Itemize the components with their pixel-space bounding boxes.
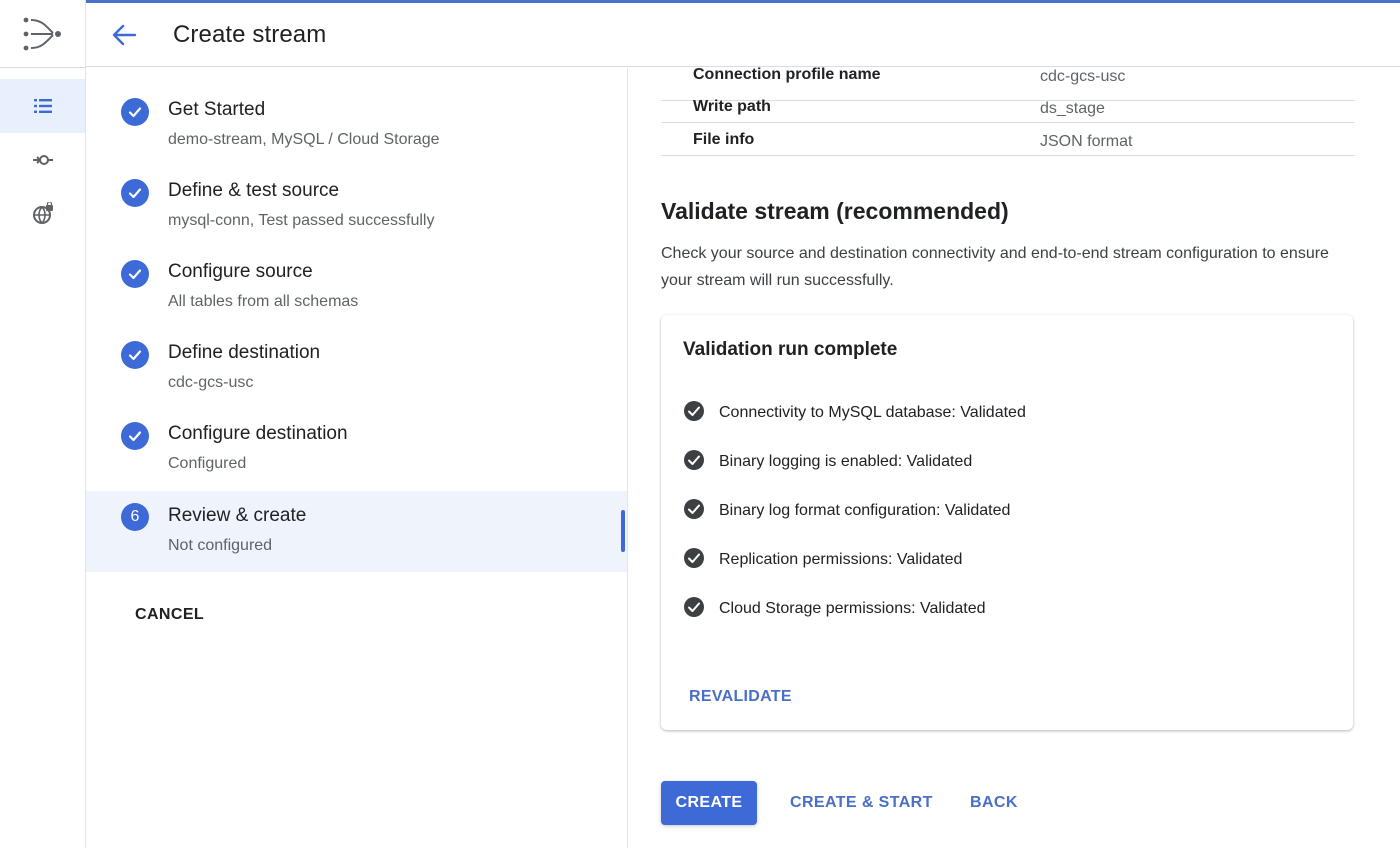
private-connectivity-icon (32, 202, 53, 224)
validation-card-title: Validation run complete (683, 339, 898, 360)
validation-check-label: Binary log format configuration: Validat… (719, 502, 1011, 519)
validation-result-card: Validation run complete Connectivity to … (661, 315, 1353, 730)
rail-item-private-connectivity[interactable] (0, 187, 85, 241)
step-subtitle: Configured (168, 455, 247, 472)
step-subtitle: Not configured (168, 537, 273, 554)
validation-check-label: Cloud Storage permissions: Validated (719, 600, 986, 617)
check-circle-icon (684, 548, 704, 568)
rail-item-streams[interactable] (0, 79, 85, 133)
step-subtitle: All tables from all schemas (168, 293, 359, 310)
validate-stream-description: Check your source and destination connec… (661, 245, 1329, 289)
step-title: Define & test source (168, 180, 340, 201)
step-subtitle: demo-stream, MySQL / Cloud Storage (168, 131, 440, 148)
validation-check-item: Replication permissions: Validated (683, 547, 1323, 577)
check-circle-icon (121, 341, 149, 369)
summary-key: File info (693, 131, 755, 148)
check-circle-icon (121, 179, 149, 207)
validation-check-item: Connectivity to MySQL database: Validate… (683, 400, 1323, 430)
rail-divider (0, 67, 86, 68)
step-define-destination[interactable]: Define destination cdc-gcs-usc (86, 311, 627, 392)
summary-row: Write path ds_stage (661, 90, 1355, 123)
validation-check-item: Binary logging is enabled: Validated (683, 449, 1323, 479)
summary-value: JSON format (1040, 133, 1133, 150)
active-step-indicator (621, 510, 625, 552)
step-subtitle: mysql-conn, Test passed successfully (168, 212, 435, 229)
step-title: Configure source (168, 261, 313, 282)
summary-value: ds_stage (1040, 100, 1105, 117)
check-circle-icon (121, 422, 149, 450)
validation-check-label: Replication permissions: Validated (719, 551, 963, 568)
connection-profile-icon (32, 155, 53, 165)
step-number-badge: 6 (121, 503, 149, 531)
check-circle-icon (684, 499, 704, 519)
step-configure-source[interactable]: Configure source All tables from all sch… (86, 230, 627, 311)
step-define-test-source[interactable]: Define & test source mysql-conn, Test pa… (86, 149, 627, 230)
validation-check-label: Binary logging is enabled: Validated (719, 453, 973, 470)
create-button[interactable]: CREATE (661, 781, 757, 825)
validation-check-item: Cloud Storage permissions: Validated (683, 596, 1323, 626)
rail-item-connection-profiles[interactable] (0, 133, 85, 187)
page-header: Create stream (86, 3, 1400, 67)
create-stream-stepper: Get Started demo-stream, MySQL / Cloud S… (86, 68, 628, 848)
validation-check-label: Connectivity to MySQL database: Validate… (719, 404, 1026, 421)
check-circle-icon (684, 450, 704, 470)
summary-row: File info JSON format (661, 123, 1355, 156)
check-circle-icon (684, 401, 704, 421)
step-title: Configure destination (168, 423, 348, 444)
step-configure-destination[interactable]: Configure destination Configured (86, 392, 627, 473)
step-review-create[interactable]: 6 Review & create Not configured (86, 491, 627, 572)
summary-value: cdc-gcs-usc (1040, 68, 1126, 85)
datastream-logo-icon (23, 17, 61, 51)
step-title: Review & create (168, 505, 307, 526)
validate-stream-title: Validate stream (recommended) (661, 198, 1009, 224)
list-icon (33, 99, 52, 113)
check-circle-icon (121, 98, 149, 126)
back-button[interactable]: BACK (970, 794, 1018, 812)
validation-check-item: Binary log format configuration: Validat… (683, 498, 1323, 528)
review-panel: Connection profile name cdc-gcs-usc Writ… (628, 67, 1400, 848)
check-circle-icon (684, 597, 704, 617)
step-title: Get Started (168, 99, 266, 120)
page-title: Create stream (173, 21, 327, 48)
step-get-started[interactable]: Get Started demo-stream, MySQL / Cloud S… (86, 68, 627, 149)
check-circle-icon (121, 260, 149, 288)
cancel-button[interactable]: CANCEL (135, 606, 204, 624)
step-subtitle: cdc-gcs-usc (168, 374, 254, 391)
step-title: Define destination (168, 342, 321, 363)
left-nav-rail (0, 0, 86, 848)
revalidate-button[interactable]: REVALIDATE (689, 688, 792, 706)
back-arrow-icon[interactable] (110, 21, 138, 49)
create-and-start-button[interactable]: CREATE & START (790, 794, 933, 812)
